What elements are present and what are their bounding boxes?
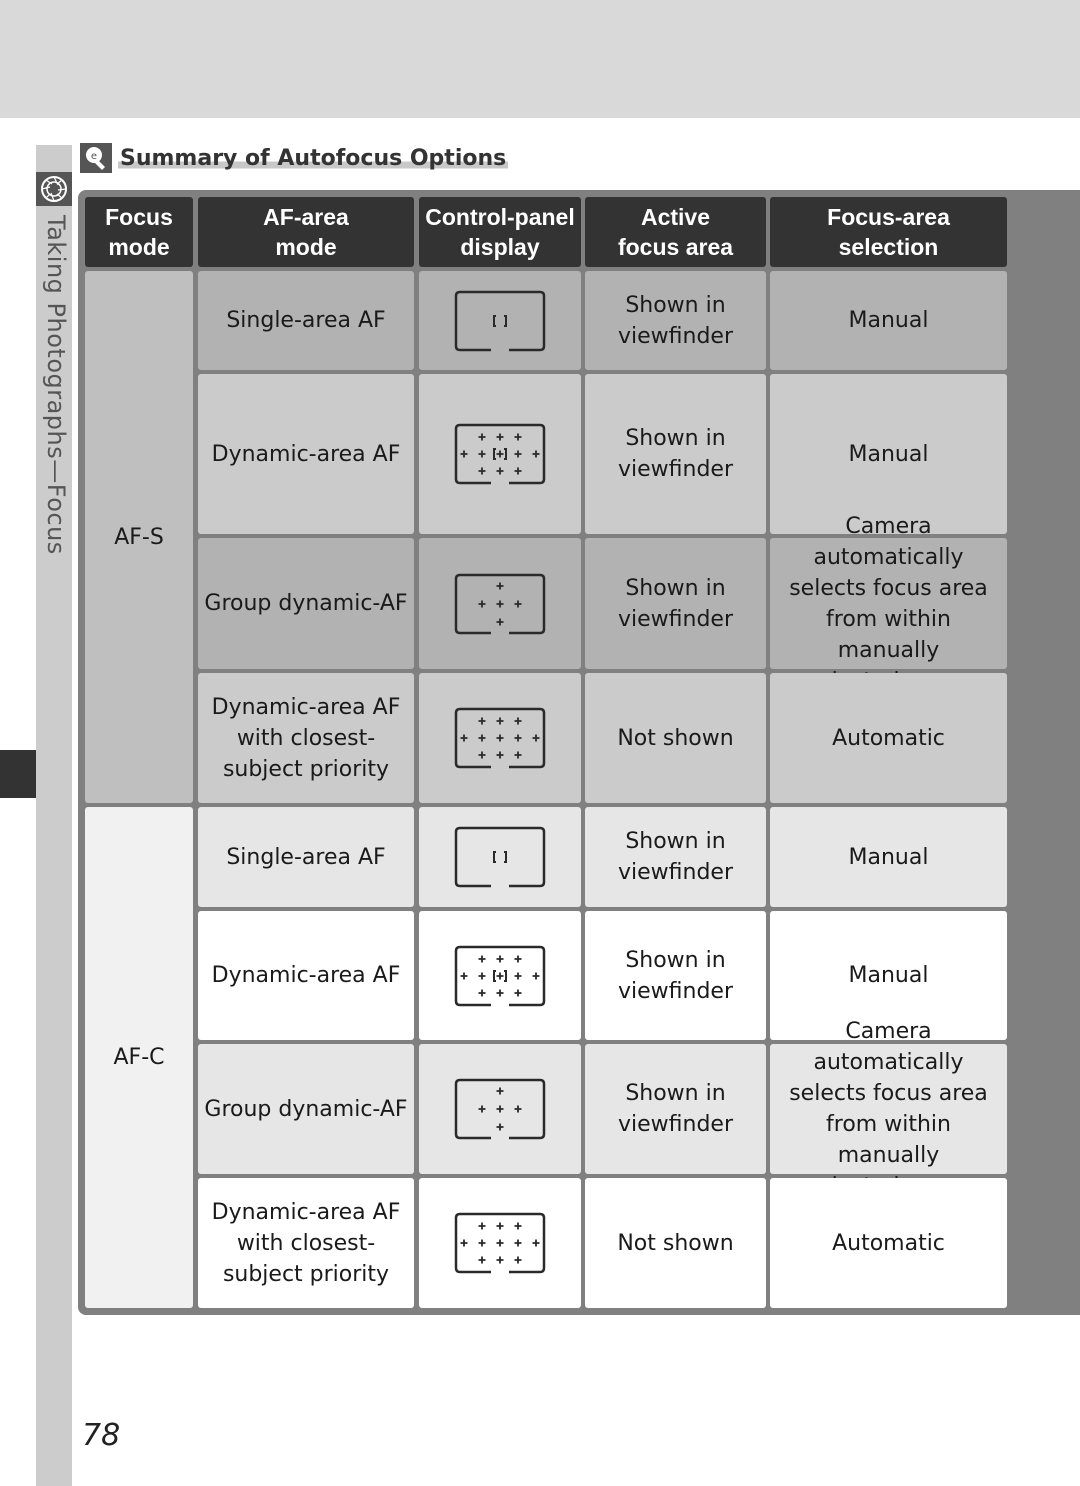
top-header-band bbox=[0, 0, 1080, 118]
af-area-mode-cell: Dynamic-area AF bbox=[198, 911, 414, 1040]
control-panel-display-cell bbox=[419, 271, 581, 370]
cell-text: Automatic bbox=[832, 1230, 945, 1256]
cell-text: Single-area AF bbox=[226, 308, 386, 333]
active-focus-area-cell: Not shown bbox=[585, 673, 766, 803]
header-control-panel-display: Control-panel display bbox=[419, 197, 581, 267]
cell-text: Shown in viewfinder bbox=[617, 292, 733, 349]
control-panel-display-cell bbox=[419, 807, 581, 907]
section-title: Summary of Autofocus Options bbox=[118, 145, 509, 171]
focus-mode-cell: AF-C bbox=[85, 807, 193, 1308]
active-focus-area-cell: Not shown bbox=[585, 1178, 766, 1308]
page-number: 78 bbox=[82, 1418, 121, 1453]
focus-mode-cell: AF-S bbox=[85, 271, 193, 803]
cell-text: Automatic bbox=[832, 725, 945, 751]
cell-text: Shown in viewfinder bbox=[617, 575, 733, 632]
af-area-mode-cell: Group dynamic-AF bbox=[198, 1044, 414, 1174]
header-focus-area-selection: Focus-area selection bbox=[770, 197, 1007, 267]
af-area-mode-cell: Dynamic-area AF bbox=[198, 374, 414, 534]
cell-text: Group dynamic-AF bbox=[204, 1096, 408, 1122]
active-focus-area-cell: Shown in viewfinder bbox=[585, 911, 766, 1040]
cell-text: Control-panel display bbox=[425, 204, 575, 260]
cell-text: Focus mode bbox=[105, 204, 173, 260]
control-panel-display-cell bbox=[419, 538, 581, 669]
cell-text: AF-area mode bbox=[263, 204, 349, 260]
af-area-mode-cell: Group dynamic-AF bbox=[198, 538, 414, 669]
header-af-area-mode: AF-area mode bbox=[198, 197, 414, 267]
cell-text: Camera automatically selects focus area fr… bbox=[789, 1019, 988, 1199]
focus-area-selection-cell: Camera automatically selects focus area fr… bbox=[770, 514, 1007, 694]
dynamic-area-icon bbox=[454, 945, 546, 1006]
active-focus-area-cell: Shown in viewfinder bbox=[585, 271, 766, 370]
control-panel-display-cell bbox=[419, 374, 581, 534]
cell-text: Focus-area selection bbox=[827, 204, 950, 260]
cell-text: Manual bbox=[848, 308, 929, 333]
focus-area-selection-cell: Manual bbox=[770, 807, 1007, 907]
cell-text: AF-S bbox=[114, 524, 164, 550]
single-area-icon bbox=[454, 290, 546, 351]
focus-area-selection-cell: Automatic bbox=[770, 1178, 1007, 1308]
cell-text: Dynamic-area AF with closest-subject prio… bbox=[211, 694, 401, 782]
focus-area-selection-cell: Manual bbox=[770, 271, 1007, 370]
cell-text: Manual bbox=[848, 963, 929, 988]
control-panel-display-cell bbox=[419, 673, 581, 803]
group-dynamic-icon bbox=[454, 1078, 546, 1140]
header-active-focus-area: Active focus area bbox=[585, 197, 766, 267]
cell-text: Dynamic-area AF with closest-subject prio… bbox=[211, 1199, 401, 1287]
focus-area-selection-cell: Camera automatically selects focus area fr… bbox=[770, 1019, 1007, 1199]
aperture-icon bbox=[36, 172, 72, 206]
single-area-icon bbox=[454, 826, 546, 888]
cell-text: AF-C bbox=[113, 1045, 165, 1070]
cell-text: Shown in viewfinder bbox=[617, 1081, 733, 1137]
cell-text: Shown in viewfinder bbox=[617, 947, 733, 1004]
control-panel-display-cell bbox=[419, 1178, 581, 1308]
af-area-mode-cell: Dynamic-area AF with closest-subject prio… bbox=[198, 1178, 414, 1308]
active-focus-area-cell: Shown in viewfinder bbox=[585, 807, 766, 907]
cell-text: Shown in viewfinder bbox=[617, 829, 733, 885]
header-focus-mode: Focus mode bbox=[85, 197, 193, 267]
cell-text: Camera automatically selects focus area fr… bbox=[789, 513, 988, 694]
control-panel-display-cell bbox=[419, 911, 581, 1040]
dynamic-area-icon bbox=[454, 423, 546, 485]
cell-text: Single-area AF bbox=[226, 844, 386, 870]
af-area-mode-cell: Dynamic-area AF with closest-subject prio… bbox=[198, 673, 414, 803]
section-heading: e Summary of Autofocus Options bbox=[80, 143, 509, 173]
tip-bulb-icon: e bbox=[80, 143, 112, 173]
focus-area-selection-cell: Automatic bbox=[770, 673, 1007, 803]
active-focus-area-cell: Shown in viewfinder bbox=[585, 1044, 766, 1174]
af-area-mode-cell: Single-area AF bbox=[198, 271, 414, 370]
cell-text: Not shown bbox=[617, 1230, 734, 1256]
cell-text: Active focus area bbox=[617, 204, 734, 260]
active-focus-area-cell: Shown in viewfinder bbox=[585, 538, 766, 669]
af-area-mode-cell: Single-area AF bbox=[198, 807, 414, 907]
cell-text: Not shown bbox=[617, 725, 734, 751]
cell-text: Dynamic-area AF bbox=[211, 441, 401, 467]
cell-text: Dynamic-area AF bbox=[211, 963, 401, 988]
closest-subject-icon bbox=[454, 1212, 546, 1274]
control-panel-display-cell bbox=[419, 1044, 581, 1174]
section-marker bbox=[0, 750, 36, 798]
chapter-label: Taking Photographs—Focus bbox=[42, 215, 70, 555]
closest-subject-icon bbox=[454, 707, 546, 769]
cell-text: Manual bbox=[848, 441, 929, 467]
svg-text:e: e bbox=[91, 151, 97, 162]
active-focus-area-cell: Shown in viewfinder bbox=[585, 374, 766, 534]
cell-text: Group dynamic-AF bbox=[204, 591, 408, 616]
cell-text: Manual bbox=[848, 844, 929, 870]
group-dynamic-icon bbox=[454, 573, 546, 634]
cell-text: Shown in viewfinder bbox=[617, 426, 733, 482]
